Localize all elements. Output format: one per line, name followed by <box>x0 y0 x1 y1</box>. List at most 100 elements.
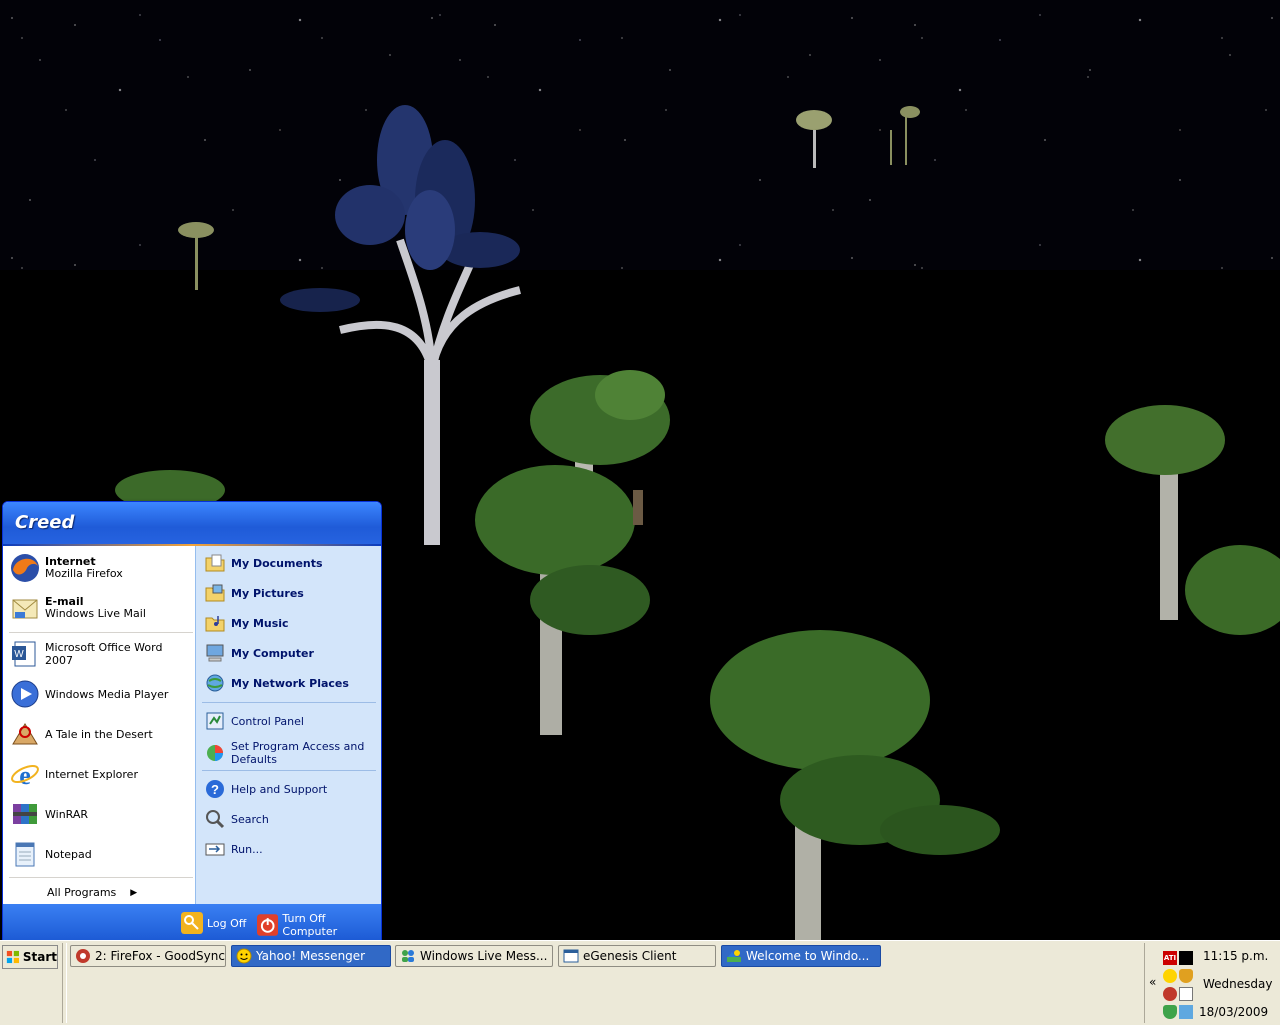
start-menu-header: Creed <box>3 502 381 544</box>
media-player-icon <box>11 680 39 708</box>
game-icon <box>12 723 38 745</box>
display-icon[interactable] <box>1179 951 1193 965</box>
separator <box>202 770 376 771</box>
recent-winrar[interactable]: WinRAR <box>9 796 191 832</box>
firefox-icon <box>11 554 39 582</box>
turn-off-label: Turn Off Computer <box>282 912 338 938</box>
recent-notepad[interactable]: Notepad <box>9 836 191 872</box>
control-panel[interactable]: Control Panel <box>204 708 380 734</box>
start-label: Start <box>22 950 57 964</box>
tools-label: Help and Support <box>231 782 328 796</box>
notepad-icon <box>15 842 35 867</box>
run-icon <box>205 843 225 856</box>
task-label: Yahoo! Messenger <box>256 949 366 963</box>
place-label: My Documents <box>231 556 323 570</box>
security-icon[interactable] <box>1163 1005 1177 1019</box>
recent-label: Microsoft Office Word 2007 <box>45 641 163 667</box>
tray-expand-button[interactable]: « <box>1149 975 1156 989</box>
place-label: My Computer <box>231 646 314 660</box>
all-programs-label: All Programs <box>47 886 117 899</box>
separator <box>202 702 376 703</box>
separator <box>9 877 193 878</box>
recent-label: WinRAR <box>45 807 89 821</box>
task-egenesis-client[interactable]: eGenesis Client <box>558 945 716 967</box>
recent-word[interactable]: W Microsoft Office Word 2007 <box>9 636 191 672</box>
turn-off-button[interactable]: Turn Off Computer <box>257 912 381 938</box>
ie-icon: e <box>11 761 39 790</box>
log-off-label: Log Off <box>207 916 247 930</box>
start-menu-footer: Log Off Turn Off Computer <box>3 904 381 940</box>
place-label: My Music <box>231 616 289 630</box>
task-windows-live-messenger[interactable]: Windows Live Mess... <box>395 945 553 967</box>
place-label: My Pictures <box>231 586 304 600</box>
place-my-pictures[interactable]: My Pictures <box>204 580 380 606</box>
folder-documents-icon <box>205 554 225 572</box>
firefox-tray-icon[interactable] <box>1163 987 1177 1001</box>
task-label: eGenesis Client <box>583 949 677 963</box>
arrow-right-icon: ▶ <box>130 887 138 898</box>
separator <box>9 632 193 633</box>
recent-label: Internet Explorer <box>45 767 138 781</box>
pinned-subtitle: Windows Live Mail <box>45 607 146 620</box>
yahoo-icon <box>236 948 252 964</box>
power-icon <box>257 914 279 936</box>
start-menu-left-pane: Internet Mozilla Firefox E-mail Windows Li… <box>3 546 195 904</box>
place-my-network-places[interactable]: My Network Places <box>204 670 380 696</box>
svg-text:W: W <box>14 649 24 660</box>
task-firefox-goodsync[interactable]: 2: FireFox - GoodSync <box>70 945 226 967</box>
run[interactable]: Run... <box>204 836 380 862</box>
start-button[interactable]: Start <box>2 945 58 969</box>
pinned-internet[interactable]: Internet Mozilla Firefox <box>9 550 191 586</box>
place-my-music[interactable]: My Music <box>204 610 380 636</box>
task-welcome-to-windows[interactable]: Welcome to Windo... <box>721 945 881 967</box>
windows-flag-icon <box>6 950 19 964</box>
tools-label: Search <box>231 812 269 826</box>
character <box>633 490 643 525</box>
place-my-documents[interactable]: My Documents <box>204 550 380 576</box>
settings-label: Control Panel <box>231 714 304 728</box>
mail-icon <box>12 599 38 619</box>
key-icon <box>181 912 203 934</box>
clock-date: 18/03/2009 <box>1199 1005 1269 1019</box>
clock-day: Wednesday <box>1203 977 1273 991</box>
monitor-tray-icon[interactable] <box>1179 1005 1193 1019</box>
search-icon <box>206 810 225 829</box>
task-yahoo-messenger[interactable]: Yahoo! Messenger <box>231 945 391 967</box>
taskbar-grip[interactable] <box>62 943 67 1023</box>
recent-tale-in-desert[interactable]: A Tale in the Desert <box>9 716 191 752</box>
log-off-button[interactable]: Log Off <box>181 912 246 934</box>
recent-internet-explorer[interactable]: e Internet Explorer <box>9 756 191 792</box>
help-icon: ? <box>206 780 224 798</box>
settings-label: Set Program Access and Defaults <box>231 740 365 766</box>
recent-label: Notepad <box>45 847 92 861</box>
pinned-email[interactable]: E-mail Windows Live Mail <box>9 590 191 626</box>
start-menu-right-pane: My Documents My Pictures My Music My Com… <box>195 546 381 904</box>
place-label: My Network Places <box>231 676 349 690</box>
task-label: 2: FireFox - GoodSync <box>95 949 225 963</box>
help-and-support[interactable]: ? Help and Support <box>204 776 380 802</box>
network-tray-icon[interactable] <box>1179 987 1193 1001</box>
pinned-subtitle: Mozilla Firefox <box>45 567 123 580</box>
clock-time[interactable]: 11:15 p.m. <box>1203 949 1268 963</box>
computer-icon <box>206 644 224 662</box>
folder-pictures-icon <box>205 584 225 602</box>
system-tray: « ATI 11:15 p.m. Wednesday 18/03/2009 <box>1144 943 1279 1023</box>
folder-music-icon <box>205 616 225 632</box>
recent-label: Windows Media Player <box>45 687 169 701</box>
ati-icon[interactable]: ATI <box>1163 951 1177 965</box>
set-program-access[interactable]: Set Program Access and Defaults <box>204 736 380 770</box>
yahoo-tray-icon[interactable] <box>1163 969 1177 983</box>
tools-label: Run... <box>231 842 263 856</box>
user-name: Creed <box>15 512 75 533</box>
network-icon <box>206 674 224 692</box>
place-my-computer[interactable]: My Computer <box>204 640 380 666</box>
window-icon <box>563 949 579 963</box>
start-menu: Creed Internet Mozilla Firefox E-mail Wind… <box>2 501 382 941</box>
svg-text:?: ? <box>211 782 219 797</box>
shield-icon[interactable] <box>1179 969 1193 983</box>
messenger-icon <box>402 950 414 962</box>
recent-media-player[interactable]: Windows Media Player <box>9 676 191 712</box>
all-programs-button[interactable]: All Programs ▶ <box>47 886 137 899</box>
search[interactable]: Search <box>204 806 380 832</box>
control-panel-icon <box>206 712 224 730</box>
